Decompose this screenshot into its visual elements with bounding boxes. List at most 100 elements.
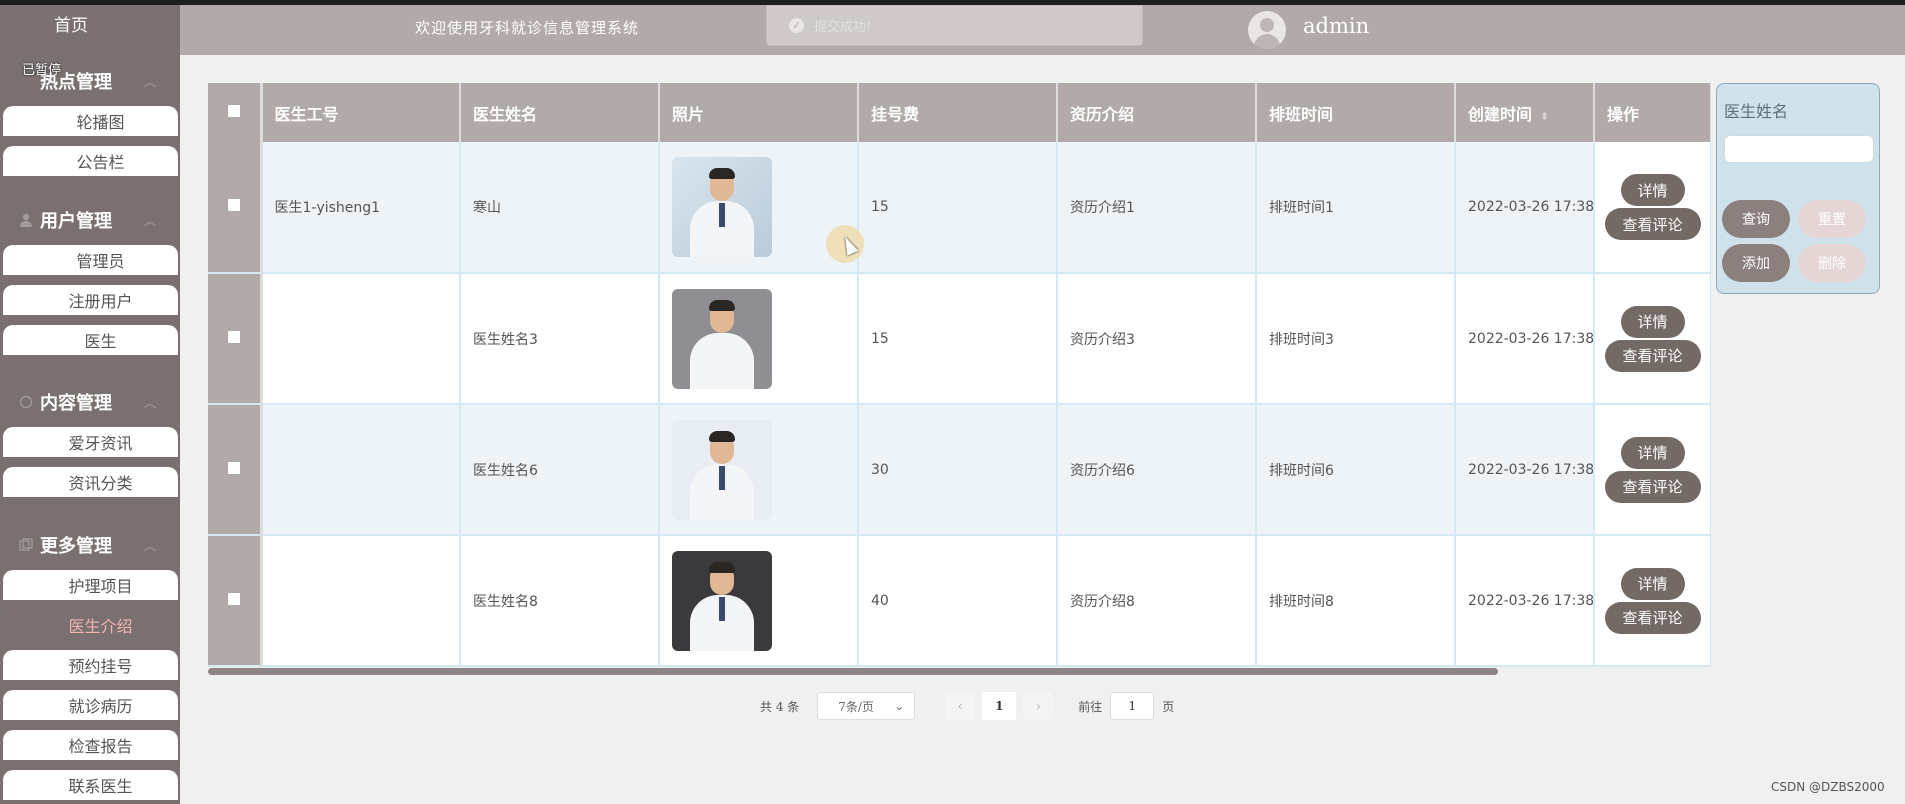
search-panel: 医生姓名 查询 重置 添加 删除	[1716, 83, 1880, 294]
sort-icon[interactable]: ⬍	[1540, 110, 1549, 123]
page-size-select[interactable]: 7条/页 ⌄	[817, 692, 916, 720]
column-header: 照片	[659, 83, 859, 142]
view-comments-button[interactable]: 查看评论	[1604, 208, 1701, 240]
row-checkbox[interactable]	[226, 591, 241, 606]
table-row: 医生姓名3 15 资历介绍3 排班时间3 2022-03-26 17:38 详情…	[208, 273, 1711, 405]
sidebar-item-news[interactable]: 爱牙资讯	[3, 427, 178, 460]
sidebar-item-care[interactable]: 护理项目	[3, 570, 178, 603]
column-header-label: 创建时间	[1468, 104, 1533, 124]
photo-cell	[659, 535, 859, 667]
detail-button[interactable]: 详情	[1620, 436, 1685, 469]
chevron-up-icon: ︿	[143, 395, 156, 410]
detail-button[interactable]: 详情	[1620, 567, 1685, 600]
sidebar-item-doctor-intro[interactable]: 医生介绍	[3, 610, 178, 643]
created-time: 2022-03-26 17:38	[1455, 404, 1595, 536]
view-comments-button[interactable]: 查看评论	[1604, 339, 1701, 372]
table-row: 医生1-yisheng1 寒山 15 资历介绍1 排班时间1 2022-03-2…	[208, 142, 1711, 274]
table-header-row: 医生工号 医生姓名 照片 挂号费 资历介绍 排班时间 创建时间 ⬍ 操作	[208, 83, 1711, 142]
goto-label: 前往	[1078, 699, 1103, 714]
reset-button[interactable]: 重置	[1798, 200, 1866, 238]
next-page-button[interactable]: ›	[1023, 692, 1054, 720]
sidebar-item-records[interactable]: 就诊病历	[3, 690, 178, 723]
doctor-intro: 资历介绍1	[1057, 142, 1257, 274]
toast-message: 提交成功!	[814, 20, 872, 35]
prev-page-button[interactable]: ‹	[945, 692, 976, 720]
photo-cell	[659, 404, 859, 536]
sidebar-item-notice[interactable]: 公告栏	[3, 146, 178, 179]
doctor-id	[261, 273, 461, 405]
sidebar-home[interactable]: 首页	[0, 5, 180, 47]
welcome-text: 欢迎使用牙科就诊信息管理系统	[415, 19, 640, 37]
page-number[interactable]: 1	[982, 692, 1017, 720]
column-header: 挂号费	[858, 83, 1058, 142]
row-checkbox[interactable]	[226, 460, 241, 475]
doctor-fee: 40	[858, 535, 1058, 667]
sidebar-item-contact[interactable]: 联系医生	[3, 770, 178, 803]
sidebar-item-doctor[interactable]: 医生	[3, 325, 178, 358]
detail-button[interactable]: 详情	[1620, 305, 1685, 338]
row-checkbox[interactable]	[226, 198, 241, 212]
search-label: 医生姓名	[1724, 102, 1789, 121]
created-time: 2022-03-26 17:38	[1455, 273, 1595, 405]
doctor-name: 医生姓名8	[460, 535, 660, 667]
sidebar-item-registered[interactable]: 注册用户	[3, 285, 178, 318]
sidebar-group-more[interactable]: 更多管理 ︿	[0, 521, 180, 569]
add-button[interactable]: 添加	[1722, 244, 1790, 282]
created-time: 2022-03-26 17:38	[1455, 535, 1595, 667]
page-size-value: 7条/页	[838, 699, 874, 714]
sidebar-item-carousel[interactable]: 轮播图	[3, 106, 178, 139]
more-icon	[18, 537, 34, 553]
actions-cell: 详情 查看评论	[1594, 273, 1711, 405]
column-header: 医生姓名	[460, 83, 660, 142]
query-button[interactable]: 查询	[1722, 200, 1790, 238]
row-select-cell	[208, 404, 263, 536]
goto-suffix: 页	[1162, 699, 1175, 714]
horizontal-scrollbar[interactable]	[208, 668, 1498, 675]
view-comments-button[interactable]: 查看评论	[1604, 470, 1701, 503]
doctor-name: 医生姓名6	[460, 404, 660, 536]
doctor-schedule: 排班时间1	[1256, 142, 1456, 274]
doctor-name-search-input[interactable]	[1724, 135, 1874, 163]
photo-hair	[709, 430, 735, 442]
photo-cell	[659, 273, 859, 405]
chevron-down-icon: ⌄	[894, 699, 905, 713]
row-select-cell	[208, 142, 263, 274]
row-select-cell	[208, 535, 263, 667]
chevron-right-icon: ›	[1035, 697, 1042, 715]
column-header-created[interactable]: 创建时间 ⬍	[1455, 83, 1595, 142]
username[interactable]: admin	[1303, 14, 1369, 38]
doctor-intro: 资历介绍8	[1057, 535, 1257, 667]
doctor-name: 寒山	[460, 142, 660, 274]
photo-tie	[719, 596, 725, 621]
row-checkbox[interactable]	[226, 329, 241, 344]
photo-hair	[709, 299, 735, 311]
chat-icon	[18, 394, 34, 410]
success-toast: ✓ 提交成功!	[766, 5, 1143, 46]
sidebar-item-reports[interactable]: 检查报告	[3, 730, 178, 763]
photo-hair	[709, 561, 735, 573]
sidebar-item-admin[interactable]: 管理员	[3, 245, 178, 278]
sidebar-group-label: 用户管理	[40, 211, 112, 232]
delete-button[interactable]: 删除	[1798, 244, 1866, 282]
sidebar-item-news-category[interactable]: 资讯分类	[3, 467, 178, 500]
doctor-schedule: 排班时间3	[1256, 273, 1456, 405]
select-all-cell	[208, 83, 263, 142]
sidebar-group-user[interactable]: 用户管理 ︿	[0, 196, 180, 244]
photo-hair	[709, 168, 735, 179]
detail-button[interactable]: 详情	[1620, 174, 1685, 206]
doctor-id	[261, 535, 461, 667]
sidebar: 首页 热点管理 ︿ 轮播图 公告栏 用户管理 ︿ 管理员 注册用户 医生 内容管…	[0, 5, 180, 804]
view-comments-button[interactable]: 查看评论	[1604, 601, 1701, 634]
doctor-fee: 15	[858, 142, 1058, 274]
doctor-fee: 15	[858, 273, 1058, 405]
column-header: 医生工号	[261, 83, 461, 142]
sidebar-group-content[interactable]: 内容管理 ︿	[0, 378, 180, 426]
chevron-up-icon: ︿	[143, 74, 156, 89]
goto-page-input[interactable]: 1	[1110, 692, 1155, 720]
chevron-up-icon: ︿	[143, 213, 156, 228]
avatar[interactable]	[1248, 11, 1286, 49]
photo-tie	[719, 465, 725, 490]
sidebar-item-appointment[interactable]: 预约挂号	[3, 650, 178, 683]
doctor-photo	[672, 550, 772, 651]
select-all-checkbox[interactable]	[226, 104, 241, 118]
